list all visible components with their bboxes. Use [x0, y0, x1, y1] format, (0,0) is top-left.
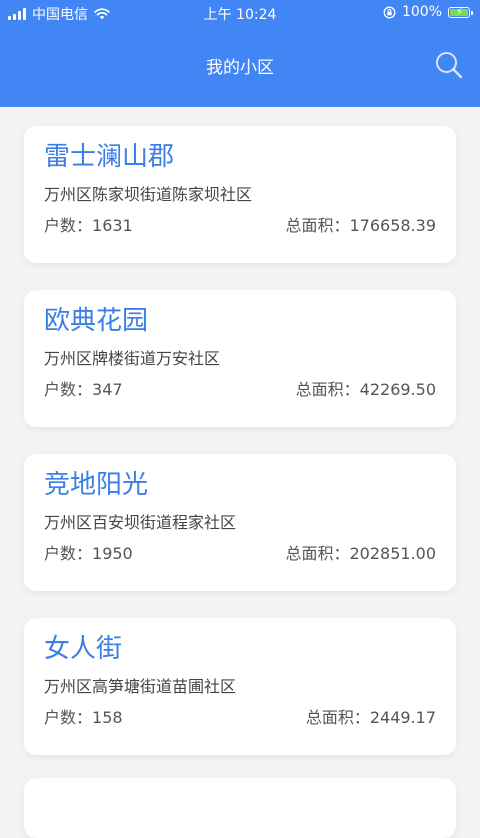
community-stats: 户数：347 总面积：42269.50: [44, 380, 436, 400]
charging-icon: ⚡: [456, 6, 464, 18]
community-address: 万州区陈家坝街道陈家坝社区: [44, 185, 253, 204]
community-card[interactable]: 欧典花园 万州区牌楼街道万安社区 户数：347 总面积：42269.50: [24, 290, 456, 427]
households-stat: 户数：158: [44, 708, 123, 728]
area-value: 176658.39: [349, 216, 436, 235]
community-card-partial[interactable]: [24, 778, 456, 838]
households-stat: 户数：1950: [44, 544, 133, 564]
community-name: 竞地阳光: [44, 470, 149, 500]
households-value: 158: [92, 708, 123, 727]
households-label: 户数：: [44, 216, 93, 235]
area-value: 202851.00: [349, 544, 436, 563]
area-label: 总面积：: [295, 380, 360, 399]
community-list: 雷士澜山郡 万州区陈家坝街道陈家坝社区 户数：1631 总面积：176658.3…: [24, 126, 456, 782]
households-value: 1950: [92, 544, 133, 563]
community-name: 雷士澜山郡: [44, 142, 175, 172]
area-stat: 总面积：202851.00: [285, 544, 436, 564]
community-stats: 户数：158 总面积：2449.17: [44, 708, 436, 728]
community-card[interactable]: 女人街 万州区高笋塘街道苗圃社区 户数：158 总面积：2449.17: [24, 618, 456, 755]
area-label: 总面积：: [305, 708, 370, 727]
community-address: 万州区牌楼街道万安社区: [44, 349, 221, 368]
page-title: 我的小区: [206, 58, 274, 78]
households-label: 户数：: [44, 708, 93, 727]
community-card[interactable]: 竞地阳光 万州区百安坝街道程家社区 户数：1950 总面积：202851.00: [24, 454, 456, 591]
community-stats: 户数：1631 总面积：176658.39: [44, 216, 436, 236]
battery-level: ⚡: [450, 6, 468, 18]
status-right: 100% ⚡: [383, 4, 473, 20]
battery-percent: 100%: [401, 4, 442, 20]
area-stat: 总面积：42269.50: [296, 380, 436, 400]
households-value: 347: [92, 380, 123, 399]
battery-icon: ⚡: [448, 6, 473, 18]
households-value: 1631: [92, 216, 133, 235]
households-label: 户数：: [44, 544, 93, 563]
area-label: 总面积：: [285, 216, 350, 235]
app-header: 中国电信 上午 10:24 100% ⚡ 我的小区: [0, 0, 480, 107]
community-address: 万州区高笋塘街道苗圃社区: [44, 677, 237, 696]
area-stat: 总面积：176658.39: [285, 216, 436, 236]
area-label: 总面积：: [285, 544, 350, 563]
community-name: 女人街: [44, 634, 123, 664]
community-address: 万州区百安坝街道程家社区: [44, 513, 237, 532]
community-name: 欧典花园: [44, 306, 149, 336]
community-card[interactable]: 雷士澜山郡 万州区陈家坝街道陈家坝社区 户数：1631 总面积：176658.3…: [24, 126, 456, 263]
search-icon[interactable]: [434, 50, 464, 80]
area-stat: 总面积：2449.17: [306, 708, 436, 728]
households-label: 户数：: [44, 380, 93, 399]
rotation-lock-icon: [383, 6, 396, 18]
area-value: 42269.50: [359, 380, 436, 399]
community-stats: 户数：1950 总面积：202851.00: [44, 544, 436, 564]
area-value: 2449.17: [369, 708, 436, 727]
status-bar: 中国电信 上午 10:24 100% ⚡: [0, 0, 480, 26]
households-stat: 户数：1631: [44, 216, 133, 236]
households-stat: 户数：347: [44, 380, 123, 400]
